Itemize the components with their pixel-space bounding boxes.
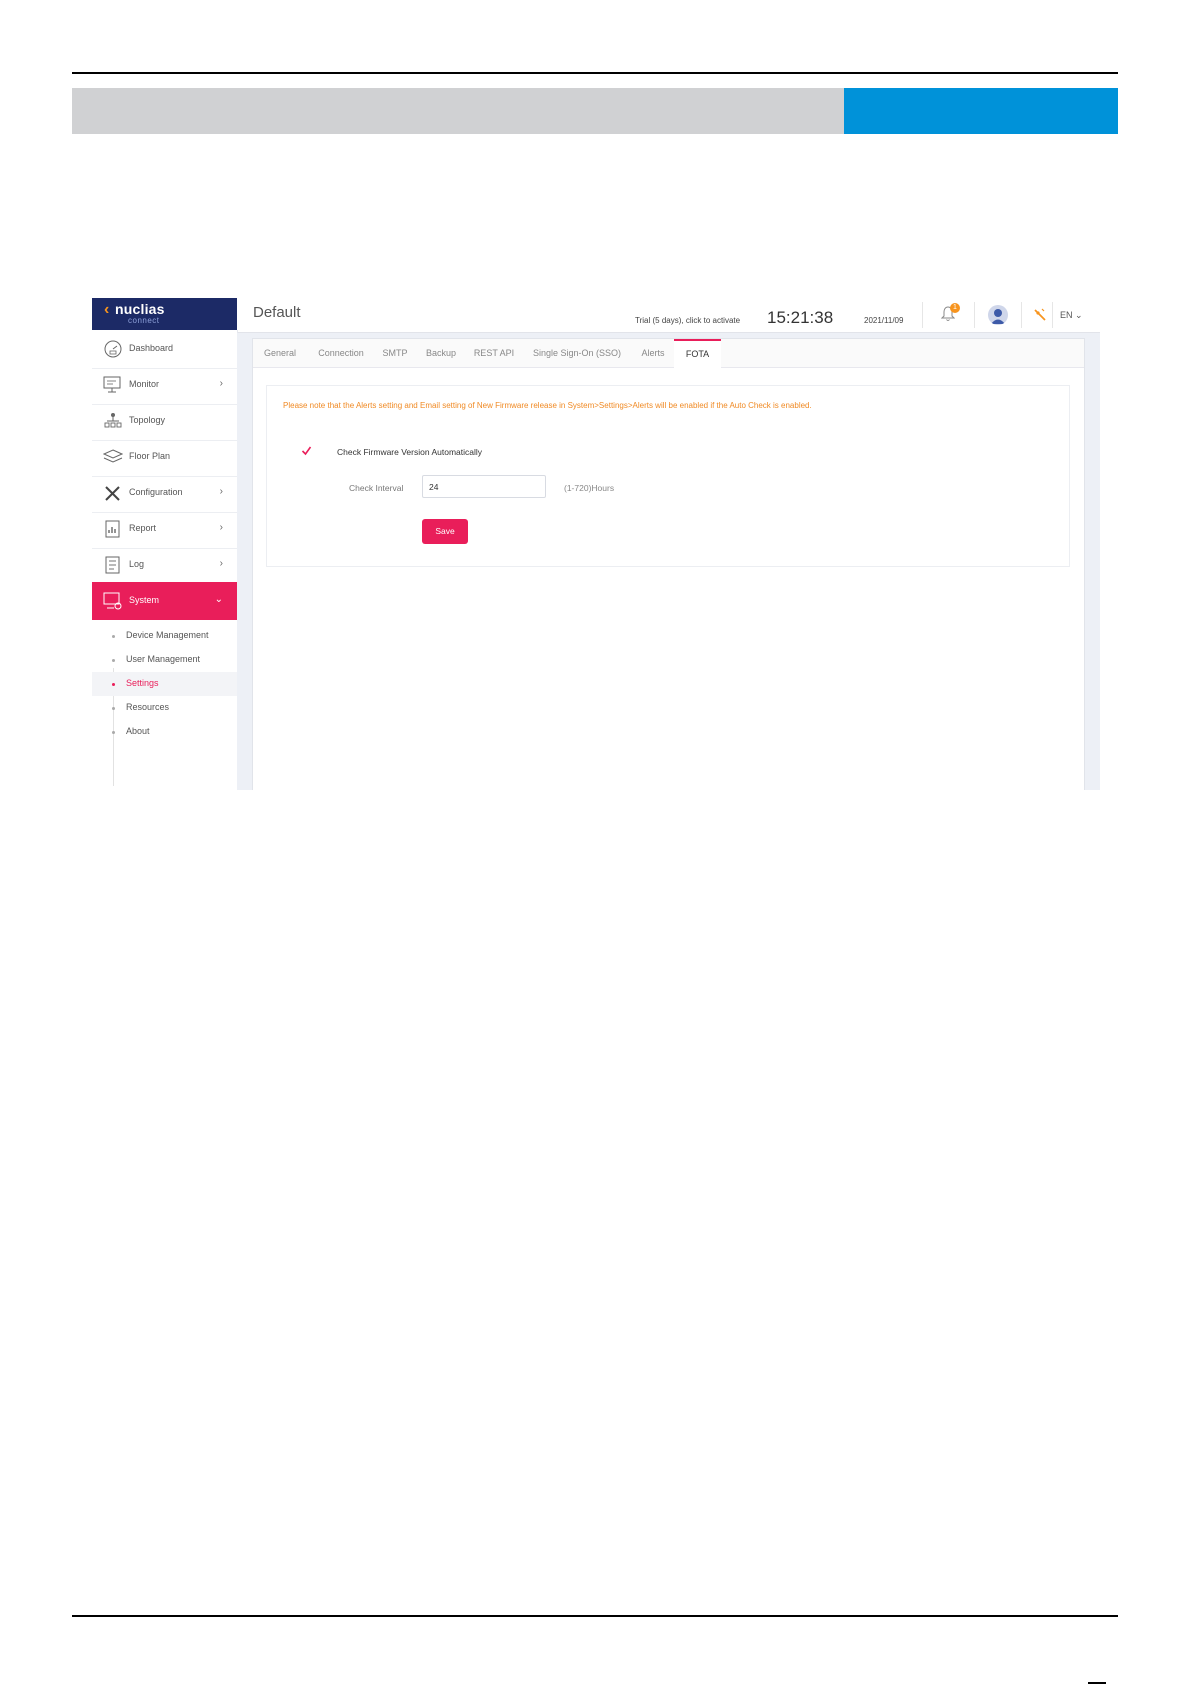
language-selector[interactable]: EN ⌄ [1060, 310, 1083, 321]
notification-badge: 1 [950, 303, 960, 313]
chevron-down-icon: ⌄ [1075, 310, 1083, 320]
sidebar-item-dashboard[interactable]: Dashboard [92, 330, 237, 369]
tab-backup[interactable]: Backup [421, 339, 461, 367]
sidebar-item-monitor[interactable]: Monitor › [92, 366, 237, 405]
tab-alerts[interactable]: Alerts [635, 339, 671, 367]
sidebar-item-label: System [129, 595, 160, 605]
logo-subtext: connect [128, 316, 160, 325]
sidebar-item-label: Dashboard [129, 343, 174, 353]
auto-check-checkbox[interactable] [301, 445, 312, 456]
subitem-label: About [126, 726, 150, 736]
check-interval-input[interactable]: 24 [422, 475, 546, 498]
bottom-rule [72, 1615, 1118, 1617]
auto-check-label: Check Firmware Version Automatically [337, 447, 483, 457]
logo-chevron-icon: ‹ [104, 301, 110, 318]
header-divider [974, 302, 975, 328]
subitem-device-management[interactable]: Device Management [92, 624, 237, 648]
chevron-right-icon: › [219, 522, 223, 533]
wand-icon[interactable] [1032, 307, 1048, 323]
sidebar-item-topology[interactable]: Topology [92, 402, 237, 441]
sidebar-item-label: Report [129, 523, 157, 533]
subitem-resources[interactable]: Resources [92, 696, 237, 720]
header-banner-gray [72, 88, 844, 134]
logo[interactable]: ‹ nuclias connect [92, 298, 237, 330]
sidebar-item-label: Floor Plan [129, 451, 171, 461]
app-screenshot: ‹ nuclias connect Default Trial (5 days)… [92, 298, 1100, 790]
top-rule [72, 72, 1118, 74]
subitem-label: Resources [126, 702, 170, 712]
clock-date: 2021/11/09 [864, 316, 904, 325]
subitem-label: Settings [126, 678, 159, 688]
tab-connection[interactable]: Connection [311, 339, 371, 367]
bullet-dot [112, 707, 115, 710]
main-content: General Connection SMTP Backup REST API … [237, 333, 1100, 790]
sidebar-item-report[interactable]: Report › [92, 510, 237, 549]
logo-text: nuclias [115, 301, 165, 317]
fota-notice: Please note that the Alerts setting and … [283, 401, 812, 410]
sidebar: Dashboard Monitor › Topology Floor Plan … [92, 330, 238, 790]
bottom-mark [1088, 1682, 1106, 1684]
subitem-about[interactable]: About [92, 720, 237, 744]
sidebar-item-floor-plan[interactable]: Floor Plan [92, 438, 237, 477]
bullet-dot [112, 635, 115, 638]
sidebar-item-label: Monitor [129, 379, 160, 389]
tab-smtp[interactable]: SMTP [377, 339, 413, 367]
bullet-dot [112, 683, 115, 686]
sidebar-item-system[interactable]: System ⌄ [92, 582, 237, 620]
floor-plan-icon [103, 449, 123, 463]
subitem-user-management[interactable]: User Management [92, 648, 237, 672]
save-button[interactable]: Save [422, 519, 468, 544]
dashboard-icon [104, 340, 122, 358]
avatar-icon[interactable] [988, 305, 1008, 325]
sidebar-item-label: Topology [129, 415, 166, 425]
tab-general[interactable]: General [257, 339, 303, 367]
fota-settings-box: Please note that the Alerts setting and … [266, 385, 1070, 567]
check-interval-hint: (1-720)Hours [564, 483, 615, 493]
trial-link[interactable]: Trial (5 days), click to activate [635, 316, 740, 325]
bullet-dot [112, 659, 115, 662]
header-banner-blue [844, 88, 1118, 134]
settings-tabs: General Connection SMTP Backup REST API … [253, 339, 1084, 369]
top-header: Default Trial (5 days), click to activat… [237, 298, 1100, 333]
tab-sso[interactable]: Single Sign-On (SSO) [527, 339, 627, 367]
page-title: Default [253, 304, 301, 321]
chevron-right-icon: › [219, 558, 223, 569]
report-icon [105, 520, 120, 538]
header-divider [1021, 302, 1022, 328]
monitor-icon [103, 376, 121, 393]
sidebar-item-label: Configuration [129, 487, 183, 497]
sidebar-item-log[interactable]: Log › [92, 546, 237, 585]
language-label: EN [1060, 310, 1073, 320]
system-icon [103, 592, 122, 610]
settings-panel: General Connection SMTP Backup REST API … [252, 338, 1085, 790]
clock-time: 15:21:38 [767, 308, 834, 327]
chevron-right-icon: › [219, 378, 223, 389]
configuration-icon [105, 486, 120, 501]
tab-fota[interactable]: FOTA [674, 339, 721, 369]
chevron-right-icon: › [219, 486, 223, 497]
sidebar-item-label: Log [129, 559, 145, 569]
subitem-settings[interactable]: Settings [92, 672, 237, 696]
header-divider [1052, 302, 1053, 328]
log-icon [105, 556, 120, 574]
header-divider [922, 302, 923, 328]
topology-icon [104, 413, 122, 428]
check-interval-label: Check Interval [349, 483, 404, 493]
bullet-dot [112, 731, 115, 734]
tab-rest-api[interactable]: REST API [469, 339, 519, 367]
chevron-down-icon: ⌄ [214, 594, 223, 605]
subitem-label: User Management [126, 654, 201, 664]
sidebar-item-configuration[interactable]: Configuration › [92, 474, 237, 513]
subitem-label: Device Management [126, 630, 209, 640]
